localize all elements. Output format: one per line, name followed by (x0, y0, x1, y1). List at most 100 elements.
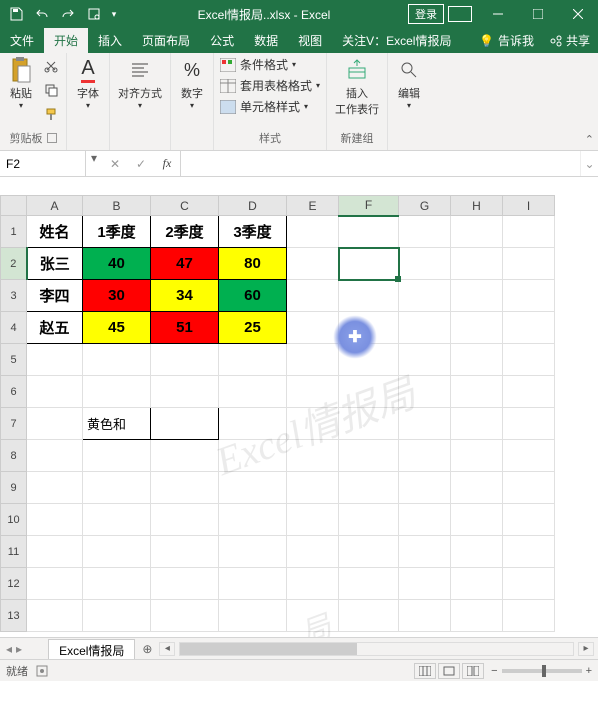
tab-home[interactable]: 开始 (44, 28, 88, 53)
row-header-4[interactable]: 4 (1, 312, 27, 344)
cell-B13[interactable] (83, 600, 151, 632)
cell-E2[interactable] (287, 248, 339, 280)
font-group-button[interactable]: A字体▾ (71, 55, 105, 112)
cell-F9[interactable] (339, 472, 399, 504)
cell-H7[interactable] (451, 408, 503, 440)
cell-E11[interactable] (287, 536, 339, 568)
maximize-button[interactable] (518, 0, 558, 28)
cell-G3[interactable] (399, 280, 451, 312)
cell-G13[interactable] (399, 600, 451, 632)
cell-A10[interactable] (27, 504, 83, 536)
row-header-10[interactable]: 10 (1, 504, 27, 536)
sheet-nav-next-icon[interactable]: ▸ (16, 642, 22, 656)
sheet-tab[interactable]: Excel情报局 (48, 639, 135, 659)
cell-D5[interactable] (219, 344, 287, 376)
row-header-12[interactable]: 12 (1, 568, 27, 600)
select-all-corner[interactable] (1, 196, 27, 216)
cell-C3[interactable]: 34 (151, 280, 219, 312)
cell-F13[interactable] (339, 600, 399, 632)
tab-insert[interactable]: 插入 (88, 28, 132, 53)
row-header-1[interactable]: 1 (1, 216, 27, 248)
cell-I9[interactable] (503, 472, 555, 504)
clipboard-dialog-icon[interactable] (47, 133, 57, 143)
cell-E13[interactable] (287, 600, 339, 632)
cell-F6[interactable] (339, 376, 399, 408)
tell-me[interactable]: 💡告诉我 (471, 28, 542, 53)
cell-C6[interactable] (151, 376, 219, 408)
cell-B11[interactable] (83, 536, 151, 568)
cell-D4[interactable]: 25 (219, 312, 287, 344)
cell-D12[interactable] (219, 568, 287, 600)
horizontal-scrollbar[interactable]: ◂ ▸ (159, 638, 598, 659)
tab-data[interactable]: 数据 (244, 28, 288, 53)
enter-formula-icon[interactable]: ✓ (128, 157, 154, 171)
row-header-6[interactable]: 6 (1, 376, 27, 408)
cell-F8[interactable] (339, 440, 399, 472)
scroll-thumb[interactable] (180, 643, 357, 655)
cell-D7[interactable] (219, 408, 287, 440)
col-header-I[interactable]: I (503, 196, 555, 216)
col-header-C[interactable]: C (151, 196, 219, 216)
col-header-G[interactable]: G (399, 196, 451, 216)
cell-D6[interactable] (219, 376, 287, 408)
cell-G9[interactable] (399, 472, 451, 504)
add-sheet-button[interactable]: ⊕ (135, 638, 159, 659)
tab-view[interactable]: 视图 (288, 28, 332, 53)
row-header-5[interactable]: 5 (1, 344, 27, 376)
zoom-in-button[interactable]: + (586, 665, 592, 677)
cell-C7[interactable] (151, 408, 219, 440)
row-header-3[interactable]: 3 (1, 280, 27, 312)
cell-A4[interactable]: 赵五 (27, 312, 83, 344)
cell-E3[interactable] (287, 280, 339, 312)
cell-D13[interactable] (219, 600, 287, 632)
edit-group-button[interactable]: 编辑▾ (392, 55, 426, 112)
cell-F4[interactable] (339, 312, 399, 344)
cell-H5[interactable] (451, 344, 503, 376)
cell-H1[interactable] (451, 216, 503, 248)
cell-H6[interactable] (451, 376, 503, 408)
col-header-B[interactable]: B (83, 196, 151, 216)
cell-I1[interactable] (503, 216, 555, 248)
cell-I8[interactable] (503, 440, 555, 472)
cell-I11[interactable] (503, 536, 555, 568)
tab-formulas[interactable]: 公式 (200, 28, 244, 53)
qat-dropdown-icon[interactable]: ▾ (108, 2, 120, 26)
cell-A8[interactable] (27, 440, 83, 472)
formula-input[interactable] (181, 151, 580, 176)
cell-B12[interactable] (83, 568, 151, 600)
cell-E5[interactable] (287, 344, 339, 376)
cell-C2[interactable]: 47 (151, 248, 219, 280)
cell-H3[interactable] (451, 280, 503, 312)
sheet-nav-prev-icon[interactable]: ◂ (6, 642, 12, 656)
cell-G2[interactable] (399, 248, 451, 280)
cell-D9[interactable] (219, 472, 287, 504)
tab-file[interactable]: 文件 (0, 28, 44, 53)
cell-C1[interactable]: 2季度 (151, 216, 219, 248)
share-button[interactable]: 共享 (542, 28, 598, 53)
cell-H10[interactable] (451, 504, 503, 536)
cell-E7[interactable] (287, 408, 339, 440)
cell-E9[interactable] (287, 472, 339, 504)
cell-A3[interactable]: 李四 (27, 280, 83, 312)
cell-B7[interactable]: 黄色和 (83, 408, 151, 440)
cell-B1[interactable]: 1季度 (83, 216, 151, 248)
cell-H2[interactable] (451, 248, 503, 280)
cell-B3[interactable]: 30 (83, 280, 151, 312)
col-header-E[interactable]: E (287, 196, 339, 216)
zoom-slider[interactable] (502, 669, 582, 673)
cell-H12[interactable] (451, 568, 503, 600)
cell-G11[interactable] (399, 536, 451, 568)
cell-C12[interactable] (151, 568, 219, 600)
page-layout-view-button[interactable] (438, 663, 460, 679)
row-header-2[interactable]: 2 (1, 248, 27, 280)
cell-G1[interactable] (399, 216, 451, 248)
cell-A1[interactable]: 姓名 (27, 216, 83, 248)
cell-B6[interactable] (83, 376, 151, 408)
paste-button[interactable]: 粘贴 ▾ (4, 55, 38, 112)
cell-D3[interactable]: 60 (219, 280, 287, 312)
cell-C5[interactable] (151, 344, 219, 376)
scroll-track[interactable] (179, 642, 574, 656)
cell-I10[interactable] (503, 504, 555, 536)
col-header-D[interactable]: D (219, 196, 287, 216)
cell-C8[interactable] (151, 440, 219, 472)
